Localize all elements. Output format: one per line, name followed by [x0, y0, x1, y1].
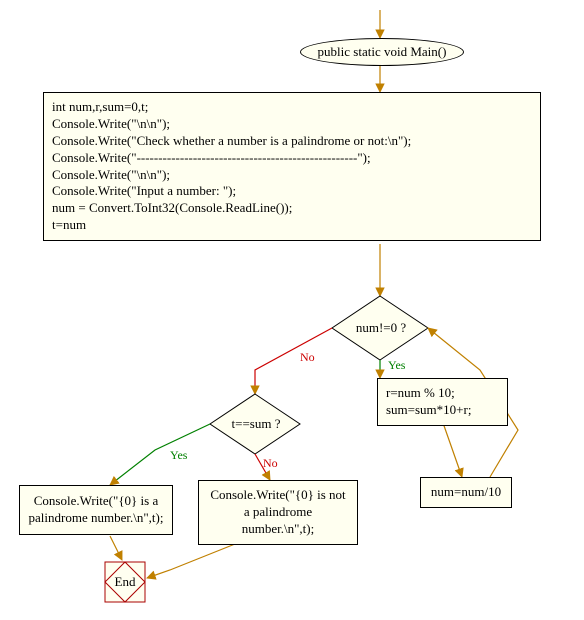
- init-code-block: int num,r,sum=0,t; Console.Write("\n\n")…: [43, 92, 541, 241]
- loop-body-line1: r=num % 10;: [386, 385, 455, 400]
- output-yes-text: Console.Write("{0} is a palindrome numbe…: [28, 493, 164, 527]
- start-node: public static void Main(): [300, 38, 464, 66]
- code-line: Console.Write("-------------------------…: [52, 150, 532, 167]
- code-line: Console.Write("\n\n");: [52, 167, 532, 184]
- output-palindrome-no: Console.Write("{0} is not a palindrome n…: [198, 480, 358, 545]
- code-line: Console.Write("Check whether a number is…: [52, 133, 532, 150]
- code-line: Console.Write("\n\n");: [52, 116, 532, 133]
- dec2-yes-label: Yes: [170, 448, 187, 463]
- code-line: int num,r,sum=0,t;: [52, 99, 532, 116]
- decision-num-nonzero: num!=0 ?: [353, 320, 409, 336]
- code-line: t=num: [52, 217, 532, 234]
- decision-t-equals-sum: t==sum ?: [228, 416, 284, 432]
- dec1-no-label: No: [300, 350, 315, 365]
- end-node: End: [103, 560, 147, 604]
- code-line: Console.Write("Input a number: ");: [52, 183, 532, 200]
- loop-update-text: num=num/10: [431, 484, 501, 499]
- code-line: num = Convert.ToInt32(Console.ReadLine()…: [52, 200, 532, 217]
- loop-update-numdiv: num=num/10: [420, 477, 512, 508]
- start-label: public static void Main(): [318, 44, 447, 61]
- dec1-yes-label: Yes: [388, 358, 405, 373]
- loop-body-rsum: r=num % 10; sum=sum*10+r;: [377, 378, 508, 426]
- loop-body-line2: sum=sum*10+r;: [386, 402, 471, 417]
- output-palindrome-yes: Console.Write("{0} is a palindrome numbe…: [19, 485, 173, 535]
- end-label: End: [103, 560, 147, 604]
- dec2-no-label: No: [263, 456, 278, 471]
- output-no-text: Console.Write("{0} is not a palindrome n…: [207, 487, 349, 538]
